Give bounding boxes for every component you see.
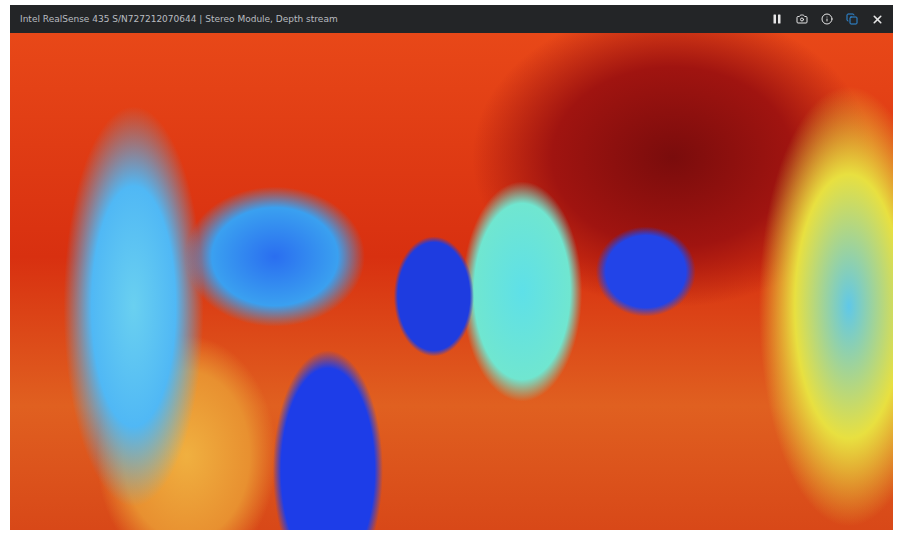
stream-viewer: Intel RealSense 435 S/N727212070644 | St… — [10, 5, 893, 530]
close-button[interactable] — [869, 11, 885, 27]
snapshot-button[interactable] — [794, 11, 810, 27]
window-title: Intel RealSense 435 S/N727212070644 | St… — [20, 14, 338, 24]
depth-stream-frame — [10, 33, 893, 530]
pause-button[interactable] — [769, 11, 785, 27]
maximize-button[interactable] — [844, 11, 860, 27]
maximize-icon — [846, 13, 858, 25]
title-bar: Intel RealSense 435 S/N727212070644 | St… — [10, 5, 893, 33]
toolbar — [769, 11, 885, 27]
page: Intel RealSense 435 S/N727212070644 | St… — [0, 0, 901, 534]
info-icon — [821, 13, 833, 25]
camera-icon — [796, 13, 808, 25]
info-button[interactable] — [819, 11, 835, 27]
close-icon — [871, 13, 884, 26]
pause-icon — [771, 13, 783, 25]
